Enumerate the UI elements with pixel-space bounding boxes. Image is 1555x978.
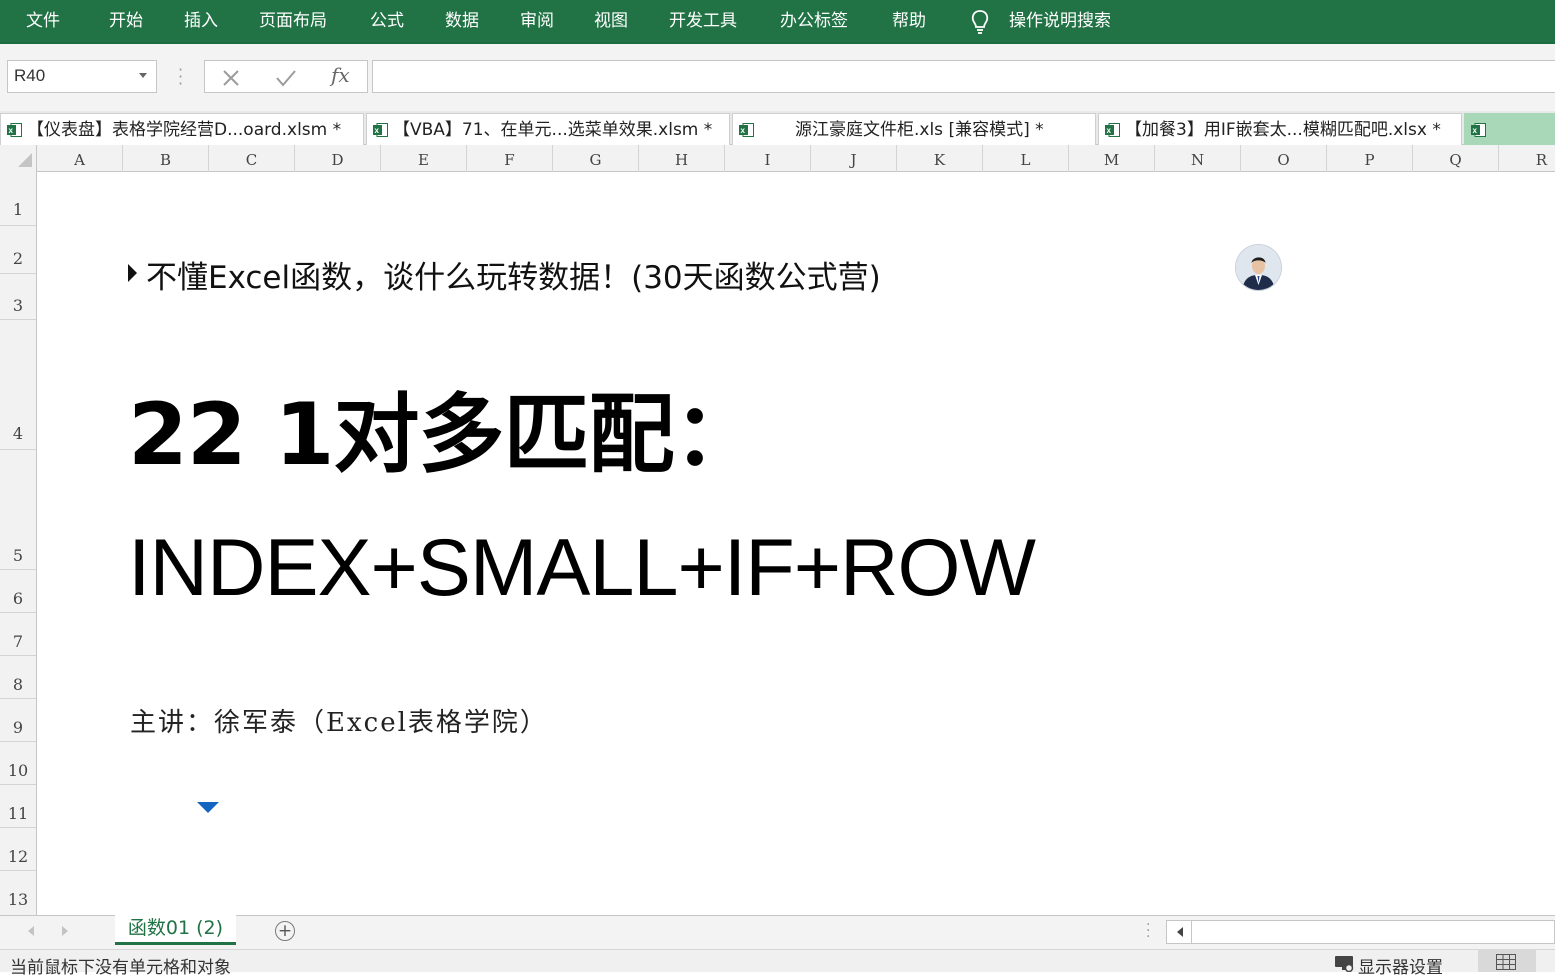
row-header[interactable]: 4 [0,320,36,450]
workbook-tab-active[interactable]: x [1464,113,1555,145]
scroll-left-arrow-icon[interactable] [1177,927,1183,937]
column-header[interactable]: K [897,145,983,172]
row-header[interactable]: 1 [0,172,36,226]
cancel-icon[interactable] [221,68,241,88]
svg-text:x: x [375,126,380,135]
add-sheet-button[interactable]: + [275,921,295,941]
row-header[interactable]: 8 [0,656,36,699]
column-header[interactable]: C [209,145,295,172]
checkmark-icon[interactable] [275,68,297,88]
row-header[interactable]: 11 [0,785,36,828]
workbook-tab-label: 【仪表盘】表格学院经营D...oard.xlsm * [27,120,342,140]
column-header[interactable]: F [467,145,553,172]
workbook-tab[interactable]: x 【VBA】71、在单元...选菜单效果.xlsm * [366,113,730,145]
horizontal-scrollbar[interactable] [1166,920,1555,944]
svg-text:x: x [1107,126,1112,135]
excel-file-icon: x [373,123,388,137]
column-header[interactable]: P [1327,145,1413,172]
display-settings-button[interactable]: 显示器设置 [1358,953,1443,978]
status-bar [0,949,1555,972]
lesson-formula: INDEX+SMALL+IF+ROW [128,523,1036,613]
excel-file-icon: x [1471,123,1486,137]
dropdown-caret-icon [197,802,219,813]
row-header[interactable]: 10 [0,742,36,785]
menu-help[interactable]: 帮助 [892,0,926,42]
column-header[interactable]: G [553,145,639,172]
column-header[interactable]: B [123,145,209,172]
scroll-right-icon[interactable] [62,926,68,936]
monitor-icon[interactable] [1334,955,1354,972]
svg-text:x: x [9,126,14,135]
lightbulb-icon[interactable] [969,9,991,35]
column-header[interactable]: R [1499,145,1555,172]
row-header[interactable]: 13 [0,871,36,915]
sheet-tab-active[interactable]: 函数01 (2) [115,915,236,945]
column-header[interactable]: L [983,145,1069,172]
menu-insert[interactable]: 插入 [184,0,218,42]
tell-me-search[interactable]: 操作说明搜索 [1009,0,1111,42]
menu-data[interactable]: 数据 [445,0,479,42]
column-header[interactable]: I [725,145,811,172]
row-header[interactable]: 12 [0,828,36,871]
formula-input[interactable] [372,60,1555,93]
svg-text:x: x [1473,126,1478,135]
excel-file-icon: x [7,123,22,137]
workbook-tab-label: 源江豪庭文件柜.xls [兼容模式] * [795,120,1044,140]
workbook-tab[interactable]: x 【仪表盘】表格学院经营D...oard.xlsm * [0,113,364,145]
row-header[interactable]: 2 [0,226,36,274]
column-header[interactable]: D [295,145,381,172]
name-box-value: R40 [14,66,46,85]
presenter-line: 主讲：徐军泰（Excel表格学院） [130,708,548,738]
splitter-handle-icon[interactable]: · · · [1146,918,1150,944]
menu-file[interactable]: 文件 [26,0,60,42]
row-header[interactable]: 7 [0,613,36,656]
ribbon-menu-bar [0,0,1555,44]
excel-file-icon: x [739,123,754,137]
menu-developer[interactable]: 开发工具 [669,0,737,42]
row-header[interactable]: 9 [0,699,36,742]
excel-file-icon: x [1105,123,1120,137]
row-header[interactable]: 5 [0,450,36,570]
column-header[interactable]: O [1241,145,1327,172]
grid-view-icon [1496,954,1516,970]
workbook-tab-label: 【VBA】71、在单元...选菜单效果.xlsm * [393,120,713,140]
menu-review[interactable]: 审阅 [520,0,554,42]
column-header[interactable]: A [37,145,123,172]
column-header[interactable]: E [381,145,467,172]
menu-office-tab[interactable]: 办公标签 [780,0,848,42]
column-header[interactable]: J [811,145,897,172]
course-subtitle: 不懂Excel函数，谈什么玩转数据！(30天函数公式营) [146,260,881,296]
insert-function-button[interactable]: fx [331,63,350,87]
row-header[interactable]: 6 [0,570,36,613]
menu-home[interactable]: 开始 [109,0,143,42]
menu-page-layout[interactable]: 页面布局 [259,0,327,42]
select-all-triangle-icon [18,153,32,167]
menu-view[interactable]: 视图 [594,0,628,42]
workbook-tab[interactable]: x 源江豪庭文件柜.xls [兼容模式] * [732,113,1096,145]
svg-text:x: x [741,126,746,135]
menu-formulas[interactable]: 公式 [370,0,404,42]
workbook-tab-label: 【加餐3】用IF嵌套太...模糊匹配吧.xlsx * [1125,120,1441,140]
chevron-down-icon[interactable] [139,73,147,78]
workbook-tab[interactable]: x 【加餐3】用IF嵌套太...模糊匹配吧.xlsx * [1098,113,1462,145]
scrollbar-divider [1191,920,1192,944]
status-message: 当前鼠标下没有单元格和对象 [10,958,231,978]
drag-handle-icon[interactable]: · · · [178,62,183,92]
presenter-avatar [1235,244,1282,291]
row-header[interactable]: 3 [0,274,36,320]
column-header[interactable]: M [1069,145,1155,172]
play-triangle-icon [128,264,137,282]
scroll-left-icon[interactable] [28,926,34,936]
column-header[interactable]: N [1155,145,1241,172]
lesson-title: 22 1对多匹配： [128,385,759,485]
column-header[interactable]: Q [1413,145,1499,172]
column-header[interactable]: H [639,145,725,172]
